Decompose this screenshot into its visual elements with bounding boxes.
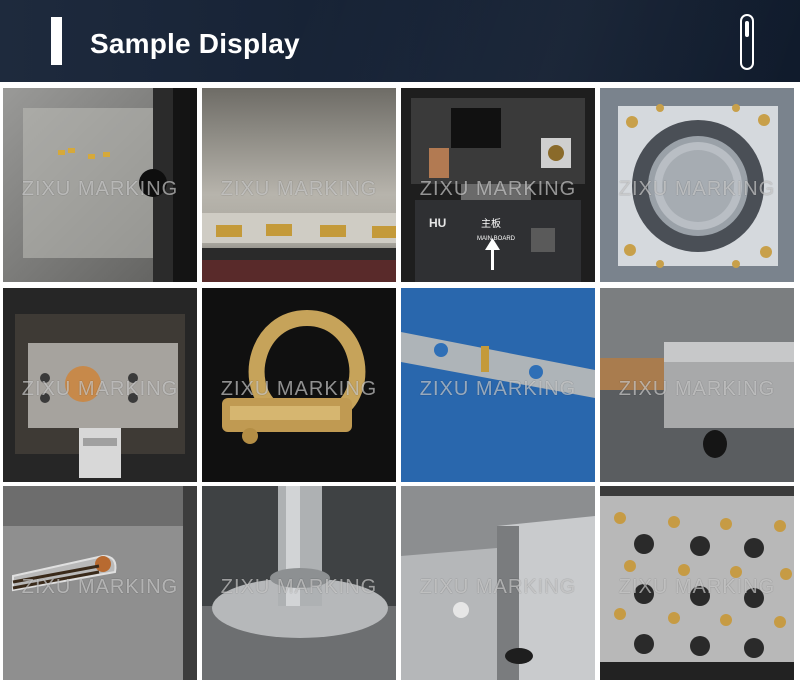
watermark-text: ZIXU MARKING [21,576,179,598]
sample-photo-10[interactable]: ZIXU MARKING [202,486,396,680]
watermark-text: ZIXU MARKING [618,378,776,400]
watermark-text: ZIXU MARKING [220,378,378,400]
sample-photo-12[interactable]: ZIXU MARKING [600,486,794,680]
title-accent-bar [51,17,62,65]
scroll-indicator-icon[interactable] [740,14,754,70]
page-title: Sample Display [90,28,300,59]
header-decoration [300,0,800,82]
sample-photo-7[interactable]: ZIXU MARKING [401,288,595,482]
watermark-text: ZIXU MARKING [618,178,776,200]
watermark-text: ZIXU MARKING [220,576,378,598]
bottom-divider [0,684,800,688]
watermark-text: ZIXU MARKING [419,576,577,598]
scroll-indicator-dot [745,21,749,37]
sample-photo-5[interactable]: ZIXU MARKING [3,288,197,482]
sample-photo-8[interactable]: ZIXU MARKING [600,288,794,482]
sample-photo-6[interactable]: ZIXU MARKING [202,288,396,482]
watermark-text: ZIXU MARKING [419,378,577,400]
photo-text-board-cn: 主板 [481,217,501,230]
header-banner: Sample Display [0,0,800,82]
photo-text-board-en: MAIN BOARD [477,236,516,242]
photo-text-brand: HU [429,216,446,230]
watermark-text: ZIXU MARKING [21,378,179,400]
watermark-text: ZIXU MARKING [21,178,179,200]
watermark-text: ZIXU MARKING [618,576,776,598]
watermark-text: ZIXU MARKING [419,178,577,200]
sample-photo-9[interactable]: ZIXU MARKING [3,486,197,680]
watermark-text: ZIXU MARKING [220,178,378,200]
sample-photo-4[interactable]: ZIXU MARKING [600,88,794,282]
sample-photo-3[interactable]: HU 主板 MAIN BOARD ZIXU MARKING [401,88,595,282]
sample-photo-11[interactable]: ZIXU MARKING [401,486,595,680]
sample-photo-1[interactable]: ZIXU MARKING [3,88,197,282]
sample-photo-2[interactable]: ZIXU MARKING [202,88,396,282]
sample-photo-grid: ZIXU MARKING ZIXU MARKING HU 主板 MAIN BOA… [0,82,800,688]
